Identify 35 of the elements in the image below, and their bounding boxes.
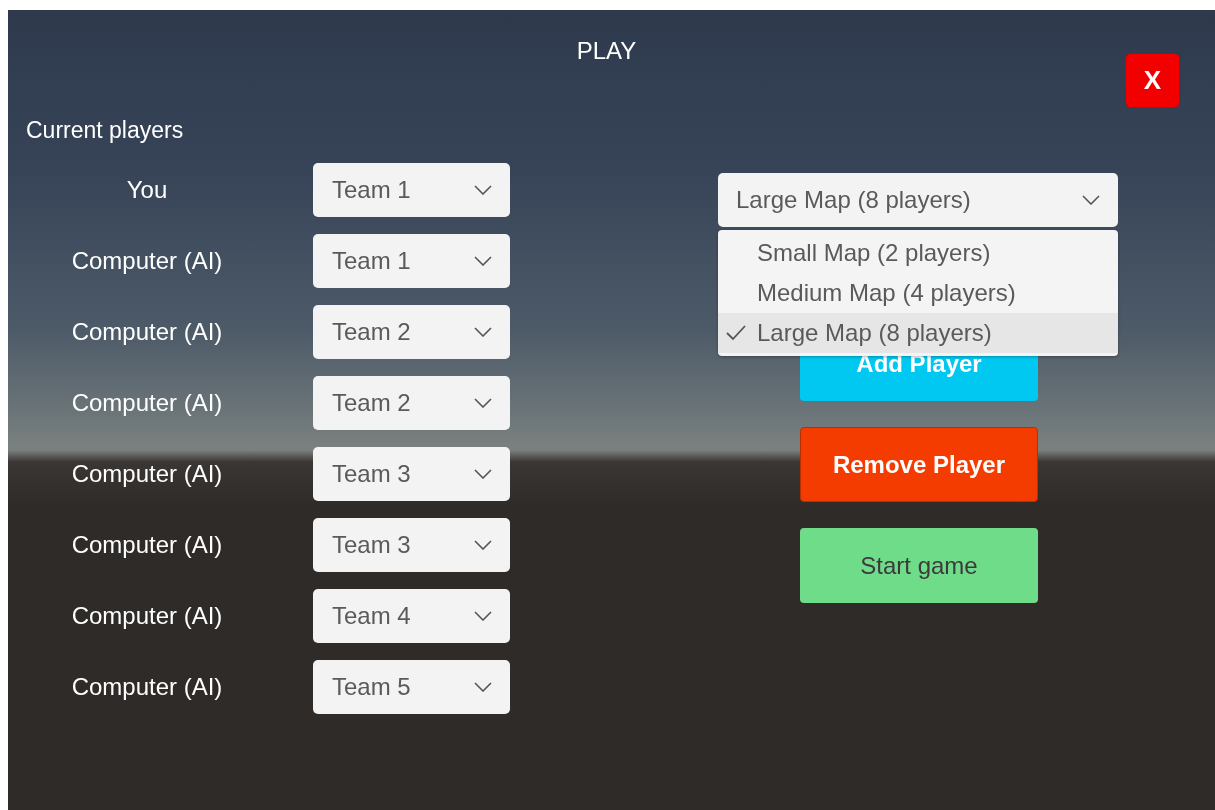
player-name: Computer (AI) <box>70 318 224 346</box>
chevron-down-icon <box>474 256 492 266</box>
team-dropdown[interactable]: Team 5 <box>313 660 510 714</box>
chevron-down-icon <box>474 185 492 195</box>
checkmark-icon <box>726 325 746 341</box>
start-game-button[interactable]: Start game <box>800 528 1038 603</box>
chevron-down-icon <box>474 469 492 479</box>
player-name: Computer (AI) <box>70 460 224 488</box>
team-dropdown[interactable]: Team 1 <box>313 234 510 288</box>
player-name: Computer (AI) <box>70 673 224 701</box>
players-heading: Current players <box>26 117 185 145</box>
team-dropdown[interactable]: Team 3 <box>313 518 510 572</box>
remove-player-button[interactable]: Remove Player <box>800 427 1038 502</box>
map-option[interactable]: Large Map (8 players) <box>718 313 1118 353</box>
chevron-down-icon <box>474 540 492 550</box>
team-dropdown[interactable]: Team 2 <box>313 376 510 430</box>
chevron-down-icon <box>474 398 492 408</box>
close-button[interactable]: X <box>1125 53 1180 108</box>
chevron-down-icon <box>474 682 492 692</box>
player-name: You <box>125 176 169 204</box>
player-name: Computer (AI) <box>70 389 224 417</box>
team-dropdown[interactable]: Team 1 <box>313 163 510 217</box>
player-name: Computer (AI) <box>70 247 224 275</box>
screen-title: PLAY <box>575 36 638 65</box>
map-dropdown[interactable]: Large Map (8 players) <box>718 173 1118 227</box>
team-dropdown[interactable]: Team 3 <box>313 447 510 501</box>
chevron-down-icon <box>474 611 492 621</box>
player-name: Computer (AI) <box>70 602 224 630</box>
chevron-down-icon <box>1082 195 1100 205</box>
team-dropdown[interactable]: Team 2 <box>313 305 510 359</box>
chevron-down-icon <box>474 327 492 337</box>
map-option[interactable]: Medium Map (4 players) <box>718 273 1118 313</box>
player-name: Computer (AI) <box>70 531 224 559</box>
map-option[interactable]: Small Map (2 players) <box>718 233 1118 273</box>
team-dropdown[interactable]: Team 4 <box>313 589 510 643</box>
